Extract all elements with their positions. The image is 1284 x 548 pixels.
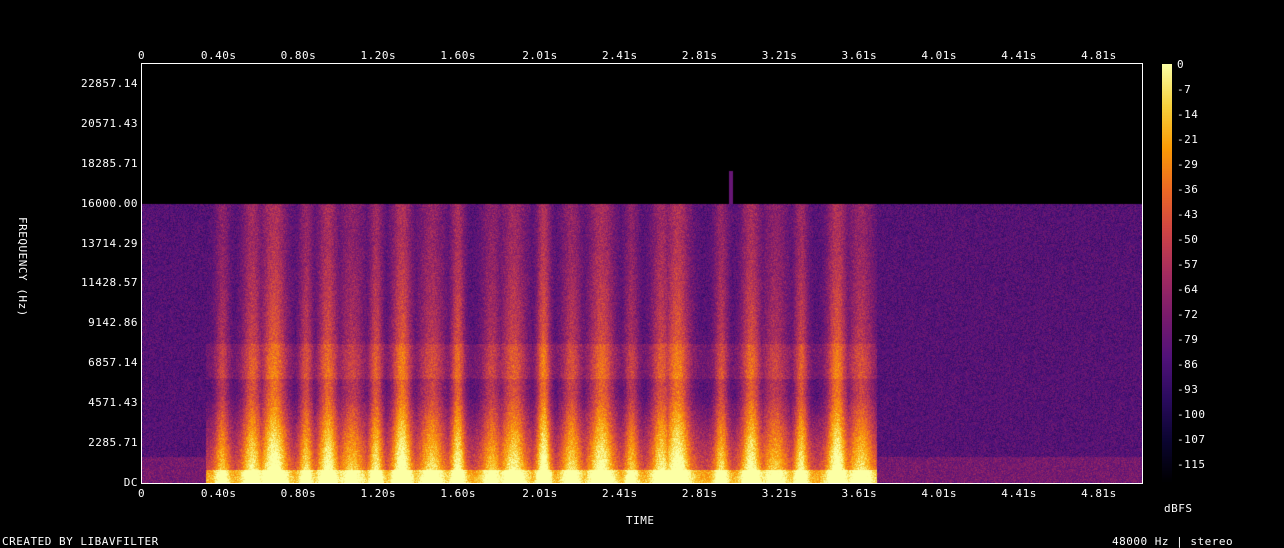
x-tick-label: 2.81s [681,49,718,62]
y-tick-label: 20571.43 [81,116,138,130]
x-tick-label: 4.01s [921,49,958,62]
x-tick-label: 3.21s [761,49,798,62]
x-tick-label: 3.21s [761,487,798,500]
y-tick-label: 11428.57 [81,276,138,290]
y-tick-label: DC [123,476,138,489]
x-tick-label: 2.81s [681,487,718,500]
x-tick-label: 1.60s [440,49,476,62]
y-tick-label: 13714.29 [81,236,138,250]
spectrogram-image [142,64,1142,483]
y-tick-label: 18285.71 [81,156,138,170]
colorbar-tick-label: -50 [1177,233,1199,246]
colorbar-tick-label: -86 [1177,358,1199,371]
x-tick-label: 0.40s [200,487,237,500]
y-tick-label: 4571.43 [88,396,138,410]
colorbar-label: dBFS [1164,502,1193,515]
y-tick-label: 6857.14 [88,356,138,370]
y-tick-label: 2285.71 [88,436,138,450]
x-tick-label: 4.81s [1081,487,1117,500]
colorbar-tick-label: -7 [1177,83,1192,96]
y-axis-label: FREQUENCY (Hz) [16,217,29,317]
x-tick-label: 1.20s [360,49,397,62]
x-tick-label: 0.80s [280,487,317,500]
colorbar-tick-label: -72 [1177,308,1199,321]
colorbar-tick-label: -36 [1177,183,1199,196]
x-tick-label: 3.61s [841,49,878,62]
colorbar-tick-label: -64 [1177,283,1199,296]
colorbar-tick-label: -100 [1177,408,1206,421]
colorbar-tick-label: -79 [1177,333,1199,346]
colorbar-tick-label: -14 [1177,108,1199,121]
colorbar-tick-label: -57 [1177,258,1199,271]
x-tick-label: 4.41s [1001,49,1037,62]
colorbar-tick-label: -43 [1177,208,1199,221]
x-tick-label: 4.81s [1081,49,1117,62]
x-tick-label: 2.41s [602,49,638,62]
x-tick-label: 0 [138,49,146,62]
colorbar [1162,64,1172,484]
x-tick-label: 1.20s [360,487,397,500]
spectrogram-plot [141,63,1143,484]
colorbar-tick-label: 0 [1177,58,1185,71]
colorbar-tick-label: -107 [1177,433,1206,446]
x-tick-label: 0 [138,487,146,500]
x-tick-label: 4.01s [921,487,958,500]
colorbar-tick-label: -21 [1177,133,1199,146]
x-tick-label: 0.40s [200,49,237,62]
x-tick-label: 4.41s [1001,487,1037,500]
x-tick-label: 2.01s [522,49,558,62]
footer-created-by: CREATED BY LIBAVFILTER [2,535,159,548]
x-tick-label: 2.41s [602,487,638,500]
x-axis-label: TIME [626,514,655,527]
colorbar-tick-label: -115 [1177,458,1206,471]
colorbar-tick-label: -93 [1177,383,1199,396]
x-tick-label: 2.01s [522,487,558,500]
x-tick-label: 1.60s [440,487,476,500]
x-tick-label: 0.80s [280,49,317,62]
footer-audio-info: 48000 Hz | stereo [1112,535,1234,548]
colorbar-tick-label: -29 [1177,158,1199,171]
x-tick-label: 3.61s [841,487,878,500]
y-tick-label: 22857.14 [81,76,138,90]
y-tick-label: 9142.86 [88,316,138,330]
y-tick-label: 16000.00 [81,196,138,210]
